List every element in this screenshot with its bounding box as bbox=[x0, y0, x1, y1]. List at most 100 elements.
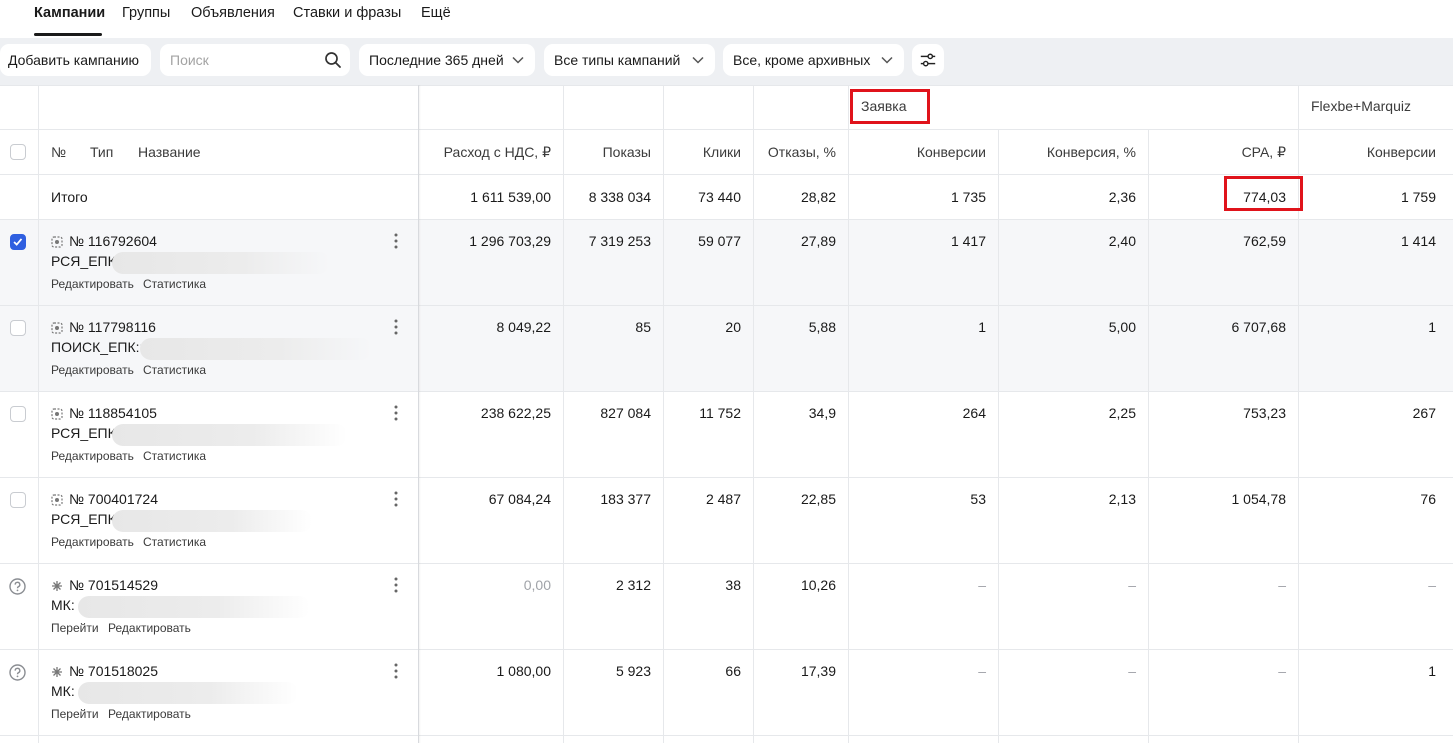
column-header-name[interactable]: Название bbox=[138, 144, 201, 160]
row-checkbox[interactable] bbox=[10, 234, 26, 250]
campaign-id: № 701514529 bbox=[69, 577, 158, 593]
column-header-conversion-rate[interactable]: Конверсия, % bbox=[1047, 144, 1136, 160]
cpa-cell: – bbox=[1278, 663, 1286, 679]
statistics-link[interactable]: Статистика bbox=[143, 277, 206, 291]
tab-more[interactable]: Ещё bbox=[421, 5, 451, 21]
edit-link[interactable]: Редактировать bbox=[51, 535, 134, 549]
conversions-cell: – bbox=[978, 663, 986, 679]
more-menu-icon[interactable] bbox=[393, 662, 399, 680]
column-header-impressions[interactable]: Показы bbox=[603, 144, 651, 160]
go-link[interactable]: Перейти bbox=[51, 621, 99, 635]
conversion-rate-cell: – bbox=[1128, 577, 1136, 593]
clicks-cell: 66 bbox=[725, 663, 741, 679]
edit-link[interactable]: Редактировать bbox=[108, 707, 191, 721]
edit-link[interactable]: Редактировать bbox=[51, 363, 134, 377]
edit-link[interactable]: Редактировать bbox=[108, 621, 191, 635]
conversions-2-cell: 1 bbox=[1428, 663, 1436, 679]
tab-campaigns[interactable]: Кампании bbox=[34, 5, 105, 21]
statistics-link[interactable]: Статистика bbox=[143, 363, 206, 377]
conversions-cell: 1 417 bbox=[950, 233, 986, 249]
column-header-conversions[interactable]: Конверсии bbox=[917, 144, 986, 160]
impressions-cell: 7 319 253 bbox=[588, 233, 651, 249]
campaign-name[interactable]: МК: bbox=[51, 683, 75, 699]
more-menu-icon[interactable] bbox=[393, 404, 399, 422]
goal-header-flexbe-marquiz[interactable]: Flexbe+Marquiz bbox=[1311, 98, 1411, 114]
more-menu-icon[interactable] bbox=[393, 318, 399, 336]
tab-ads[interactable]: Объявления bbox=[191, 5, 275, 21]
checkmark-icon bbox=[13, 238, 23, 246]
conversions-cell: – bbox=[978, 577, 986, 593]
tab-bids-phrases[interactable]: Ставки и фразы bbox=[293, 5, 401, 21]
campaign-types-select[interactable]: Все типы кампаний bbox=[544, 44, 715, 76]
conversions-2-cell: 1 bbox=[1428, 319, 1436, 335]
campaign-name[interactable]: РСЯ_ЕПК bbox=[51, 253, 116, 269]
select-all-checkbox[interactable] bbox=[10, 144, 26, 160]
clicks-cell: 59 077 bbox=[698, 233, 741, 249]
chevron-down-icon bbox=[881, 56, 893, 64]
more-menu-icon[interactable] bbox=[393, 490, 399, 508]
highlight-box-goal bbox=[850, 89, 930, 124]
top-navigation: Кампании Группы Объявления Ставки и фраз… bbox=[0, 0, 1453, 38]
total-cost: 1 611 539,00 bbox=[470, 189, 551, 205]
cpa-cell: 762,59 bbox=[1243, 233, 1286, 249]
add-campaign-button[interactable]: Добавить кампанию bbox=[0, 44, 151, 76]
go-link[interactable]: Перейти bbox=[51, 707, 99, 721]
row-checkbox[interactable] bbox=[10, 406, 26, 422]
highlight-box-cpa bbox=[1224, 176, 1303, 211]
bounce-cell: 10,26 bbox=[800, 577, 836, 593]
redacted-name bbox=[78, 596, 310, 618]
question-status-icon[interactable] bbox=[9, 578, 26, 595]
network-campaign-icon bbox=[51, 236, 63, 248]
edit-link[interactable]: Редактировать bbox=[51, 449, 134, 463]
campaign-name[interactable]: РСЯ_ЕПК bbox=[51, 425, 116, 441]
campaign-name[interactable]: МК: bbox=[51, 597, 75, 613]
campaign-id: № 116792604 bbox=[69, 233, 157, 249]
bounce-cell: 34,9 bbox=[808, 405, 836, 421]
conversions-cell: 264 bbox=[962, 405, 986, 421]
column-header-cost[interactable]: Расход с НДС, ₽ bbox=[444, 144, 551, 161]
search-field[interactable] bbox=[160, 44, 350, 76]
settings-button[interactable] bbox=[912, 44, 944, 76]
bounce-cell: 22,85 bbox=[800, 491, 836, 507]
toolbar: Добавить кампанию Последние 365 дней Все… bbox=[0, 38, 1453, 85]
question-status-icon[interactable] bbox=[9, 664, 26, 681]
bounce-cell: 5,88 bbox=[808, 319, 836, 335]
period-select[interactable]: Последние 365 дней bbox=[359, 44, 535, 76]
conversions-2-cell: 76 bbox=[1420, 491, 1436, 507]
total-conversions-2: 1 759 bbox=[1400, 189, 1436, 205]
cpa-cell: 753,23 bbox=[1243, 405, 1286, 421]
column-header-bounce[interactable]: Отказы, % bbox=[768, 144, 836, 160]
column-header-cpa[interactable]: CPA, ₽ bbox=[1242, 144, 1286, 161]
master-campaign-icon bbox=[52, 581, 62, 591]
column-header-type[interactable]: Тип bbox=[90, 144, 113, 160]
statistics-link[interactable]: Статистика bbox=[143, 535, 206, 549]
chevron-down-icon bbox=[512, 56, 524, 64]
search-input[interactable] bbox=[170, 44, 320, 76]
status-filter-select[interactable]: Все, кроме архивных bbox=[723, 44, 904, 76]
campaign-id: № 118854105 bbox=[69, 405, 157, 421]
network-campaign-icon bbox=[51, 322, 63, 334]
edit-link[interactable]: Редактировать bbox=[51, 277, 134, 291]
more-menu-icon[interactable] bbox=[393, 576, 399, 594]
column-header-num[interactable]: № bbox=[51, 144, 66, 160]
total-clicks: 73 440 bbox=[698, 189, 741, 205]
bounce-cell: 27,89 bbox=[800, 233, 836, 249]
campaign-name[interactable]: ПОИСК_ЕПК:: bbox=[51, 339, 143, 355]
tab-groups[interactable]: Группы bbox=[122, 5, 170, 21]
campaign-id: № 117798116 bbox=[69, 319, 156, 335]
campaign-id: № 701518025 bbox=[69, 663, 158, 679]
search-icon[interactable] bbox=[324, 51, 342, 69]
master-campaign-icon bbox=[52, 667, 62, 677]
row-checkbox[interactable] bbox=[10, 492, 26, 508]
more-menu-icon[interactable] bbox=[393, 232, 399, 250]
column-header-clicks[interactable]: Клики bbox=[703, 144, 741, 160]
statistics-link[interactable]: Статистика bbox=[143, 449, 206, 463]
bounce-cell: 17,39 bbox=[800, 663, 836, 679]
cost-cell: 67 084,24 bbox=[488, 491, 551, 507]
conversions-2-cell: – bbox=[1428, 577, 1436, 593]
campaign-name[interactable]: РСЯ_ЕПК bbox=[51, 511, 116, 527]
conversions-2-cell: 1 414 bbox=[1400, 233, 1436, 249]
column-header-conversions-2[interactable]: Конверсии bbox=[1367, 144, 1436, 160]
total-bounce: 28,82 bbox=[800, 189, 836, 205]
row-checkbox[interactable] bbox=[10, 320, 26, 336]
